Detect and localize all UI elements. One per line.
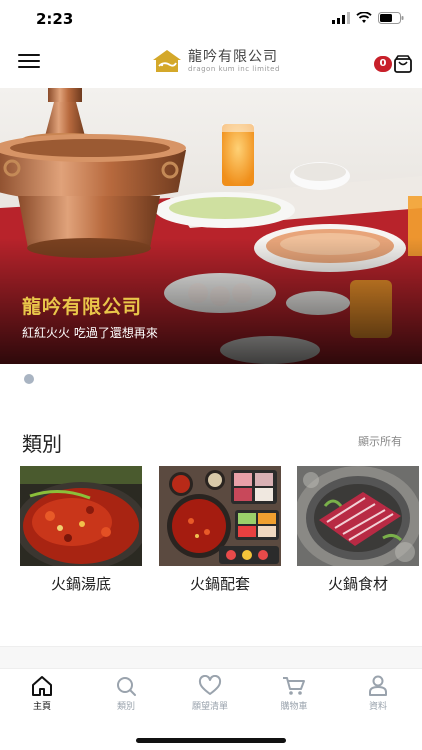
category-card-sets[interactable]: 火鍋配套 (159, 466, 281, 594)
brand-logo[interactable]: 龍吟有限公司 dragon kum inc limited (150, 48, 280, 74)
menu-icon-line (18, 54, 40, 56)
tab-label: 購物車 (280, 702, 308, 712)
category-label: 火鍋配套 (189, 575, 250, 593)
heart-icon (198, 675, 222, 695)
categories-header: 類別 顯示所有 (0, 424, 422, 456)
brand-name: 龍吟有限公司 (188, 48, 278, 65)
signal-icon (332, 12, 350, 24)
carousel-dot[interactable] (24, 374, 34, 384)
cart-icon (283, 677, 305, 695)
soup-base-image (20, 466, 142, 566)
app-header: 龍吟有限公司 dragon kum inc limited 0 (0, 40, 422, 88)
wifi-icon (356, 12, 372, 23)
cart-count-badge: 0 (374, 56, 392, 72)
status-bar: 2:23 (0, 0, 422, 40)
ingredients-image (297, 466, 419, 566)
menu-icon-line (18, 60, 40, 62)
tab-label: 資料 (368, 702, 387, 712)
status-time: 2:23 (36, 10, 74, 28)
tab-home[interactable]: 主頁 (0, 675, 84, 712)
tab-categories[interactable]: 類別 (84, 675, 168, 712)
brand-subtitle: dragon kum inc limited (188, 64, 280, 73)
battery-icon (378, 12, 404, 24)
tab-profile[interactable]: 資料 (336, 675, 420, 712)
category-card-soup-base[interactable]: 火鍋湯底 (20, 466, 142, 594)
hero-title: 龍吟有限公司 (22, 296, 143, 318)
category-card-ingredients[interactable]: 火鍋食材 (297, 466, 419, 594)
home-indicator (136, 738, 286, 743)
hero-banner[interactable]: 龍吟有限公司 紅紅火火 吃過了還想再來 (0, 88, 422, 364)
section-divider (0, 646, 422, 668)
home-icon (32, 676, 52, 696)
category-label: 火鍋食材 (327, 575, 388, 593)
user-icon (369, 675, 387, 696)
hotpot-banner-image (0, 88, 422, 364)
hero-subtitle: 紅紅火火 吃過了還想再來 (22, 326, 158, 340)
menu-button[interactable] (18, 54, 40, 74)
house-logo-icon (153, 50, 181, 72)
carousel-indicator[interactable] (24, 374, 34, 384)
tab-cart[interactable]: 購物車 (252, 675, 336, 712)
tab-wishlist[interactable]: 願望清單 (168, 675, 252, 712)
category-label: 火鍋湯底 (50, 575, 111, 593)
section-title: 類別 (22, 432, 62, 456)
menu-icon-line (18, 66, 40, 68)
tab-label: 類別 (116, 702, 135, 712)
status-icons (332, 12, 404, 24)
hotpot-set-image (159, 466, 281, 566)
tab-label: 主頁 (32, 702, 51, 712)
show-all-link[interactable]: 顯示所有 (358, 433, 402, 449)
tab-label: 願望清單 (191, 702, 228, 712)
bag-icon[interactable] (393, 54, 413, 74)
search-icon (117, 677, 136, 696)
